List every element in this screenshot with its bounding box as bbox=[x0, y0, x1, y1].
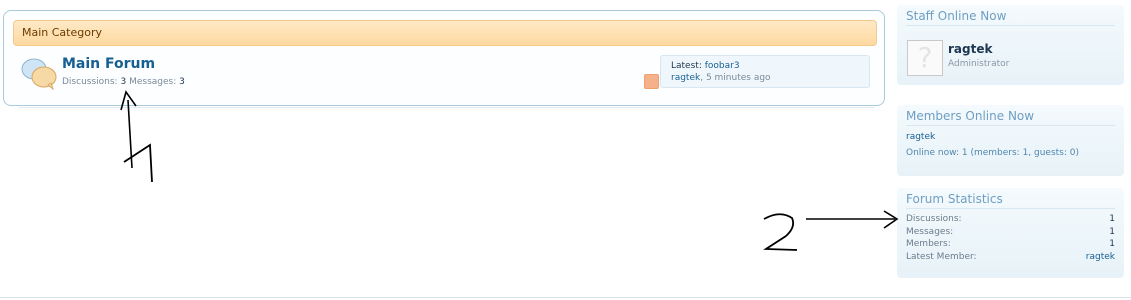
stat-value: 1 bbox=[1109, 214, 1115, 224]
rss-icon[interactable] bbox=[644, 74, 659, 89]
forum-statistics-heading: Forum Statistics bbox=[906, 188, 1115, 209]
row-divider bbox=[18, 107, 875, 108]
stat-row: Members: 1 bbox=[906, 238, 1115, 251]
annotation-number-two bbox=[763, 213, 798, 251]
stat-row: Latest Member: ragtek bbox=[906, 251, 1115, 264]
messages-label: Messages: bbox=[129, 77, 177, 87]
staff-online-heading: Staff Online Now bbox=[906, 5, 1115, 26]
stat-value: 1 bbox=[1109, 226, 1115, 237]
category-header[interactable]: Main Category bbox=[13, 20, 877, 46]
stat-list: Discussions: 1 Messages: 1 Members: 1 La… bbox=[906, 213, 1115, 263]
category-panel: Main Category Main Forum Discussions: 3 … bbox=[3, 10, 885, 108]
online-count[interactable]: Online now: 1 (members: 1, guests: 0) bbox=[906, 148, 1115, 158]
latest-time: , 5 minutes ago bbox=[700, 73, 771, 83]
stat-label: Members: bbox=[906, 239, 951, 249]
category-title[interactable]: Main Category bbox=[22, 26, 102, 39]
members-online-block: Members Online Now ragtek Online now: 1 … bbox=[897, 105, 1124, 176]
stat-label: Messages: bbox=[906, 226, 954, 237]
stat-label: Latest Member: bbox=[906, 251, 977, 262]
stat-row: Messages: 1 bbox=[906, 226, 1115, 239]
latest-thread-link[interactable]: foobar3 bbox=[705, 61, 740, 71]
members-online-heading: Members Online Now bbox=[906, 105, 1115, 126]
discussions-count: 3 bbox=[120, 77, 127, 87]
latest-post-box: Latest: foobar3 ragtek, 5 minutes ago bbox=[660, 55, 870, 88]
messages-count: 3 bbox=[179, 77, 185, 87]
forum-stats: Discussions: 3 Messages: 3 bbox=[62, 77, 185, 87]
discussions-label: Discussions: bbox=[62, 77, 118, 87]
chat-bubbles-icon bbox=[21, 58, 57, 90]
staff-role: Administrator bbox=[948, 59, 1010, 69]
staff-name-link[interactable]: ragtek bbox=[948, 42, 992, 56]
annotation-arrowhead-right bbox=[883, 210, 899, 229]
latest-label: Latest: bbox=[671, 61, 702, 71]
latest-user-link[interactable]: ragtek bbox=[671, 73, 700, 83]
avatar[interactable]: ? bbox=[907, 40, 943, 76]
page-bottom-border bbox=[0, 297, 1131, 298]
annotation-number-one bbox=[123, 143, 153, 183]
forum-statistics-block: Forum Statistics Discussions: 1 Messages… bbox=[897, 188, 1124, 278]
stat-row: Discussions: 1 bbox=[906, 213, 1115, 226]
stat-label: Discussions: bbox=[906, 214, 962, 224]
forum-title-link[interactable]: Main Forum bbox=[62, 56, 155, 72]
online-user-link[interactable]: ragtek bbox=[906, 132, 1115, 142]
stat-value: 1 bbox=[1109, 239, 1115, 249]
annotation-arrow-up bbox=[127, 99, 133, 169]
latest-member-link[interactable]: ragtek bbox=[1086, 251, 1115, 264]
staff-online-block: Staff Online Now ? ragtek Administrator bbox=[897, 5, 1124, 85]
